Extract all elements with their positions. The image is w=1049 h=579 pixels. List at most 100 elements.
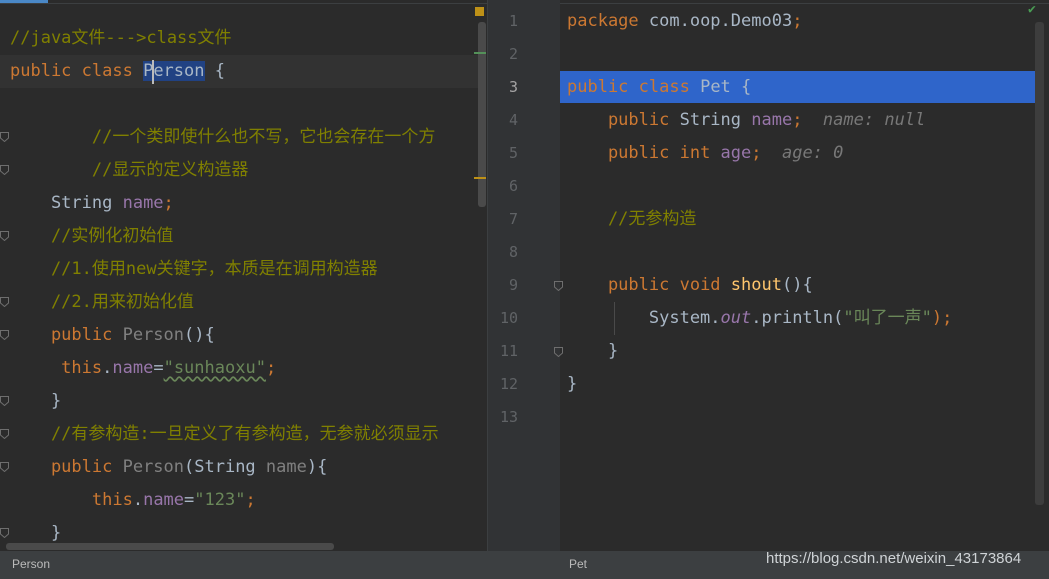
code-line[interactable]: String name; xyxy=(0,187,487,220)
fold-marker-icon[interactable] xyxy=(0,165,9,175)
code-line[interactable]: this.name="123"; xyxy=(0,484,487,517)
text-caret xyxy=(152,60,154,84)
fold-marker-icon[interactable] xyxy=(0,330,9,340)
fold-marker-icon[interactable] xyxy=(0,231,9,241)
code-line[interactable]: public class Pet { xyxy=(488,71,1049,104)
code-line[interactable]: //2.用来初始化值 xyxy=(0,286,487,319)
fold-marker-icon[interactable] xyxy=(0,462,9,472)
code-token: { xyxy=(741,77,752,97)
code-line[interactable]: //有参构造:一旦定义了有参构造，无参就必须显示 xyxy=(0,418,487,451)
code-token: void xyxy=(679,275,731,295)
code-token: public xyxy=(567,143,680,163)
code-token: age: 0 xyxy=(781,143,844,163)
breadcrumb-pet[interactable]: Pet xyxy=(569,551,587,577)
code-line[interactable]: System.out.println("叫了一声"); xyxy=(488,302,1049,335)
code-token: String xyxy=(679,110,752,130)
code-token: public xyxy=(10,61,82,81)
code-line[interactable]: public int age; age: 0 xyxy=(488,137,1049,170)
code-token: "123" xyxy=(194,490,246,510)
code-token: } xyxy=(567,341,619,361)
code-line[interactable]: public Person(String name){ xyxy=(0,451,487,484)
code-token: name xyxy=(751,110,793,130)
code-line[interactable]: } xyxy=(488,368,1049,401)
code-token: //有参构造:一旦定义了有参构造，无参就必须显示 xyxy=(10,424,439,444)
code-token: } xyxy=(10,523,62,543)
code-token: this xyxy=(10,490,133,510)
code-token: com.oop.Demo03 xyxy=(648,11,793,31)
code-line[interactable]: public void shout(){ xyxy=(488,269,1049,302)
change-marker xyxy=(474,52,486,54)
right-editor-pane[interactable]: 1 2 3 4 5 6 7 8 9 10 11 12 13 package com.oop.Demo03… xyxy=(488,0,1049,551)
code-line[interactable] xyxy=(488,236,1049,269)
code-line[interactable] xyxy=(0,88,487,121)
code-token: //1.使用new关键字，本质是在调用构造器 xyxy=(10,259,378,279)
code-token: package xyxy=(567,11,649,31)
code-line[interactable]: this.name="sunhaoxu"; xyxy=(0,352,487,385)
fold-marker-icon[interactable] xyxy=(0,132,9,142)
code-token: = xyxy=(184,490,195,510)
code-token: name xyxy=(122,193,164,213)
code-token: "sunhaoxu" xyxy=(163,358,266,378)
code-line[interactable] xyxy=(488,401,1049,434)
fold-marker-icon[interactable] xyxy=(0,528,9,538)
code-token: ; xyxy=(792,110,823,130)
fold-marker-icon[interactable] xyxy=(0,297,9,307)
code-token: Pet xyxy=(700,77,742,97)
horizontal-scrollbar[interactable] xyxy=(6,543,334,550)
code-token: "叫了一声" xyxy=(843,308,932,328)
code-token: Person xyxy=(122,325,185,345)
code-token: public xyxy=(10,325,123,345)
code-line[interactable]: } xyxy=(488,335,1049,368)
code-line[interactable]: public class Person { xyxy=(0,55,487,88)
code-token: //无参构造 xyxy=(567,209,697,229)
code-token: ){ xyxy=(306,457,328,477)
code-line[interactable]: //实例化初始值 xyxy=(0,220,487,253)
code-token: age xyxy=(720,143,752,163)
code-token: name xyxy=(265,457,307,477)
fold-marker-icon[interactable] xyxy=(554,281,563,291)
code-token: class xyxy=(81,61,144,81)
code-line[interactable] xyxy=(488,170,1049,203)
code-token: out xyxy=(720,308,752,328)
code-token: . xyxy=(132,490,144,510)
code-token: class xyxy=(638,77,701,97)
vertical-scrollbar[interactable] xyxy=(1035,22,1044,505)
code-token: } xyxy=(10,391,62,411)
code-token: .println( xyxy=(751,308,844,328)
left-editor-pane[interactable]: //java文件--->class文件 public class Person {… xyxy=(0,0,487,551)
code-line[interactable] xyxy=(488,38,1049,71)
code-token: public xyxy=(567,110,680,130)
code-token: this xyxy=(10,358,103,378)
code-token: public xyxy=(567,77,639,97)
breadcrumb-person[interactable]: Person xyxy=(12,551,50,577)
code-token: ; xyxy=(265,358,277,378)
pane-top-border xyxy=(488,3,1049,4)
inspection-ok-icon[interactable]: ✔ xyxy=(1028,2,1036,17)
code-token: ); xyxy=(931,308,953,328)
code-line[interactable]: //1.使用new关键字，本质是在调用构造器 xyxy=(0,253,487,286)
code-token: //实例化初始值 xyxy=(10,226,174,246)
code-token: //2.用来初始化值 xyxy=(10,292,194,312)
fold-marker-icon[interactable] xyxy=(0,429,9,439)
code-line[interactable]: public Person(){ xyxy=(0,319,487,352)
bookmark-marker xyxy=(475,7,484,16)
code-token: ; xyxy=(245,490,256,510)
code-token: shout xyxy=(730,275,782,295)
code-token: name: null xyxy=(822,110,926,130)
code-line[interactable]: package com.oop.Demo03; xyxy=(488,5,1049,38)
vertical-scrollbar[interactable] xyxy=(478,22,486,207)
code-token: //java文件--->class文件 xyxy=(10,28,232,48)
code-line[interactable]: //无参构造 xyxy=(488,203,1049,236)
fold-marker-icon[interactable] xyxy=(0,396,9,406)
code-token: public xyxy=(10,457,123,477)
code-line[interactable]: //一个类即使什么也不写，它也会存在一个方 xyxy=(0,121,487,154)
fold-marker-icon[interactable] xyxy=(554,347,563,357)
watermark-text: https://blog.csdn.net/weixin_43173864 xyxy=(766,550,1022,567)
code-line[interactable]: public String name; name: null xyxy=(488,104,1049,137)
code-line[interactable]: //显示的定义构造器 xyxy=(0,154,487,187)
code-line[interactable]: //java文件--->class文件 xyxy=(0,22,487,55)
code-token: . xyxy=(102,358,113,378)
code-token: System. xyxy=(567,308,721,328)
code-token: (){ xyxy=(781,275,813,295)
code-line[interactable]: } xyxy=(0,385,487,418)
